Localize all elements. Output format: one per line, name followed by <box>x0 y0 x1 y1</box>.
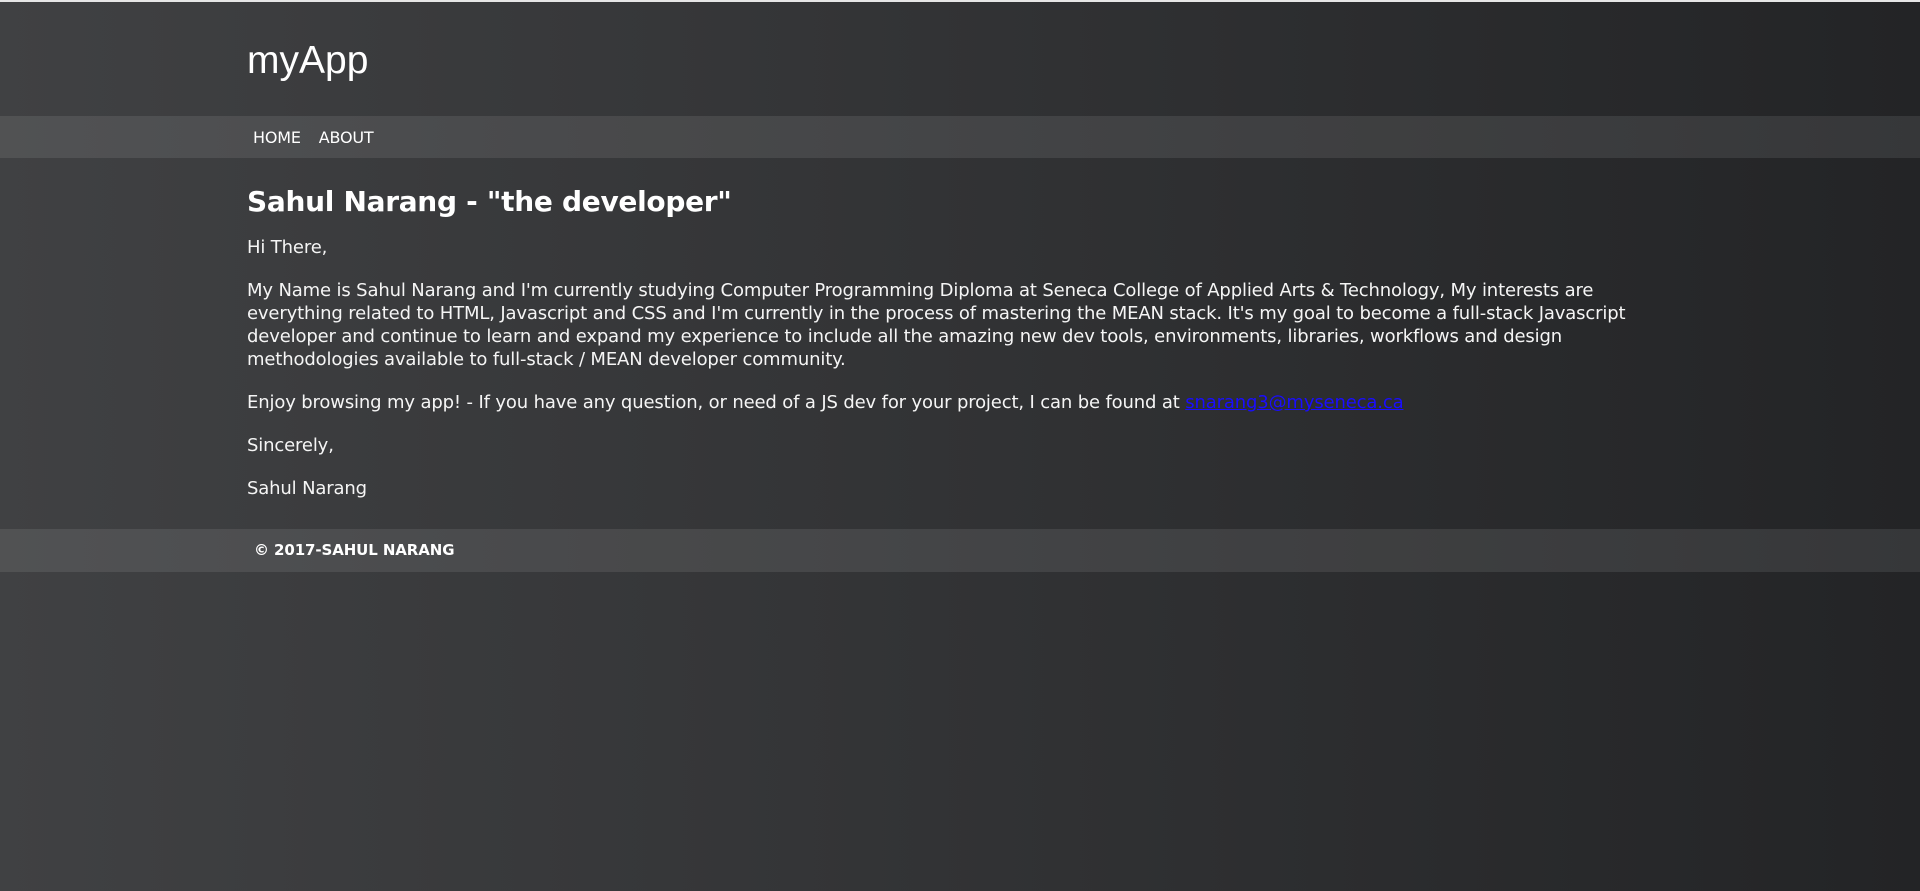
contact-paragraph: Enjoy browsing my app! - If you have any… <box>247 391 1667 414</box>
main-content: Sahul Narang - "the developer" Hi There,… <box>247 180 1667 520</box>
nav-bar: HOME ABOUT <box>0 116 1920 158</box>
closing-text: Sincerely, <box>247 435 334 456</box>
site-header: myApp <box>247 36 368 86</box>
page-title: Sahul Narang - "the developer" <box>247 185 732 218</box>
nav-item-about[interactable]: ABOUT <box>319 128 374 147</box>
site-footer: © 2017-SAHUL NARANG <box>0 529 1920 572</box>
top-border <box>0 0 1920 2</box>
intro-paragraph: My Name is Sahul Narang and I'm currentl… <box>247 280 1626 370</box>
greeting-text: Hi There, <box>247 237 328 258</box>
nav-links: HOME ABOUT <box>247 116 385 158</box>
nav-item-home[interactable]: HOME <box>253 128 301 147</box>
signature-text: Sahul Narang <box>247 478 367 499</box>
email-link[interactable]: snarang3@myseneca.ca <box>1185 392 1403 413</box>
app-title: myApp <box>247 39 369 82</box>
contact-text: Enjoy browsing my app! - If you have any… <box>247 392 1186 413</box>
copyright-text: © 2017-SAHUL NARANG <box>254 541 455 559</box>
